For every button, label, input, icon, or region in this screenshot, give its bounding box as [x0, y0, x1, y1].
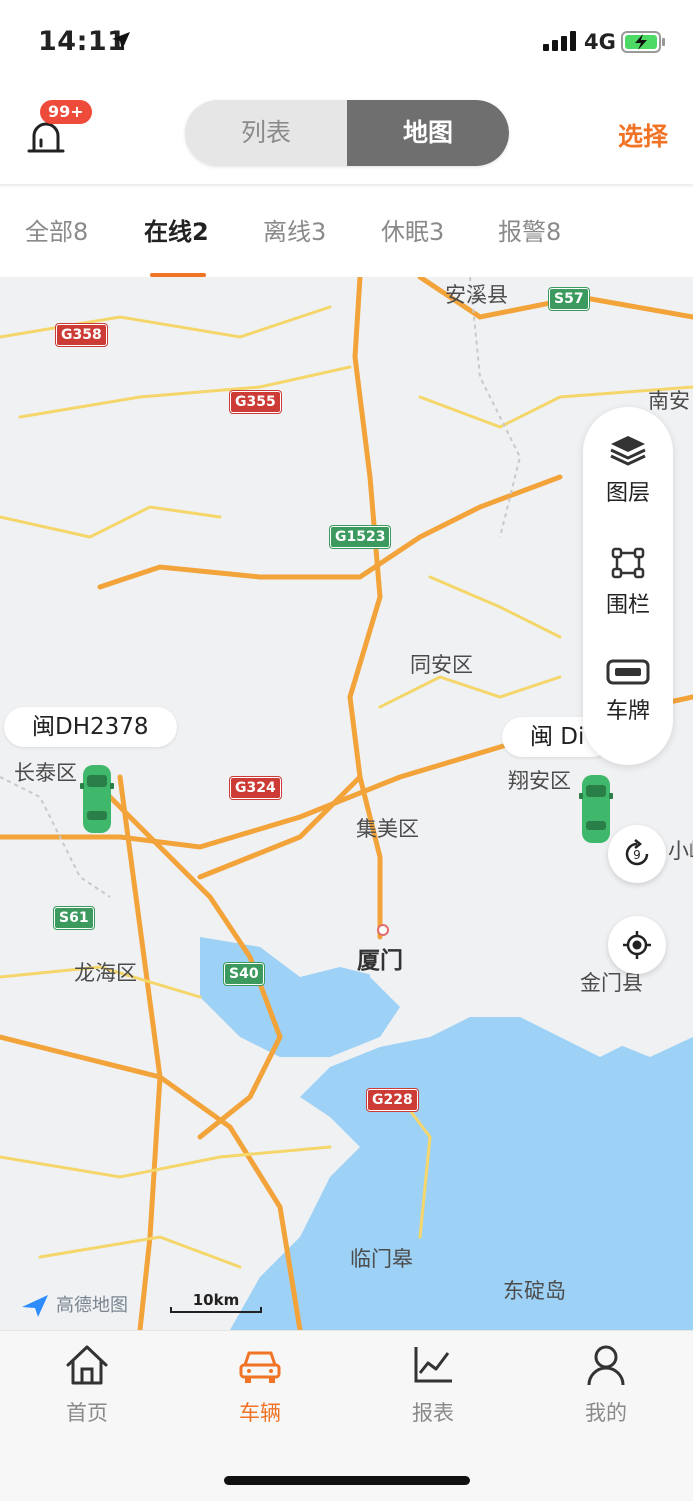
map-view[interactable]: 安溪县 南安 同安区 长泰区 翔安区 集美区 厦门 龙海区 金门县 小嶝 临门皋…: [0, 277, 693, 1330]
layers-button[interactable]: 图层: [583, 433, 673, 507]
map-provider-logo: 高德地图: [20, 1291, 128, 1319]
map-tools-panel: 图层 围栏 车牌: [583, 407, 673, 765]
crosshair-icon: [623, 931, 651, 959]
road-shield: S61: [54, 907, 94, 929]
tab-alarm[interactable]: 报警8: [498, 212, 561, 247]
layers-label: 图层: [605, 481, 650, 506]
battery-charging-icon: [621, 31, 665, 53]
road-shield: G355: [230, 391, 281, 413]
user-icon: [587, 1345, 625, 1386]
list-view-tab[interactable]: 列表: [185, 100, 347, 166]
vehicle-plate-label[interactable]: 闽DH2378: [4, 707, 177, 747]
nav-reports-label: 报表: [412, 1401, 454, 1425]
plate-label: 车牌: [605, 699, 650, 724]
place-label: 翔安区: [508, 769, 571, 793]
road-shield: G1523: [330, 526, 391, 548]
nav-home-label: 首页: [66, 1401, 108, 1425]
tab-sleep[interactable]: 休眠3: [381, 212, 444, 247]
signal-icon: [543, 31, 576, 51]
vehicle-marker-car-icon[interactable]: [579, 771, 613, 847]
tab-offline[interactable]: 离线3: [263, 212, 326, 247]
road-shield: G228: [367, 1089, 418, 1111]
nav-profile-label: 我的: [585, 1401, 627, 1425]
status-filter-tabs: 全部8 在线2 离线3 休眠3 报警8: [0, 188, 693, 277]
place-label: 同安区: [410, 653, 473, 677]
home-icon: [66, 1345, 108, 1385]
license-plate-icon: [606, 659, 650, 685]
layers-icon: [610, 436, 646, 466]
road-shield: G358: [56, 324, 107, 346]
place-label: 龙海区: [74, 961, 137, 985]
refresh-button[interactable]: 9: [608, 825, 666, 883]
place-label: 临门皋: [350, 1247, 413, 1271]
scale-bar: [170, 1307, 262, 1313]
map-view-tab[interactable]: 地图: [347, 100, 509, 166]
amap-logo-icon: [22, 1295, 48, 1317]
place-label: 安溪县: [445, 283, 508, 307]
road-shield: S57: [549, 288, 589, 310]
nav-home[interactable]: 首页: [32, 1343, 142, 1427]
place-label: 小嶝: [668, 839, 693, 863]
fence-label: 围栏: [605, 593, 650, 618]
nav-vehicles[interactable]: 车辆: [205, 1343, 315, 1427]
city-label: 厦门: [357, 948, 403, 974]
nav-vehicles-label: 车辆: [239, 1401, 281, 1425]
tab-all[interactable]: 全部8: [25, 212, 88, 247]
locate-me-button[interactable]: [608, 916, 666, 974]
status-bar: 14:11 4G: [0, 0, 693, 84]
alarm-count-badge: 99+: [40, 100, 92, 124]
road-shield: S40: [224, 963, 264, 985]
nav-profile[interactable]: 我的: [551, 1343, 661, 1427]
chart-icon: [414, 1347, 452, 1383]
svg-text:9: 9: [633, 848, 641, 862]
provider-name: 高德地图: [56, 1295, 128, 1316]
map-scale: 10km: [170, 1291, 262, 1313]
home-indicator: [224, 1476, 470, 1485]
car-icon: [239, 1351, 281, 1383]
fence-icon: [611, 547, 645, 579]
view-toggle: 列表 地图: [185, 100, 509, 166]
place-label: 长泰区: [14, 761, 77, 785]
refresh-countdown-icon: 9: [625, 839, 649, 866]
nav-reports[interactable]: 报表: [378, 1343, 488, 1427]
road-shield: G324: [230, 777, 281, 799]
network-type: 4G: [584, 30, 616, 54]
place-label: 南安: [648, 389, 690, 413]
place-label: 集美区: [356, 817, 419, 841]
location-arrow-icon: [112, 32, 130, 50]
select-button[interactable]: 选择: [618, 117, 668, 153]
place-label: 东碇岛: [503, 1279, 566, 1303]
vehicle-marker-car-icon[interactable]: [80, 761, 114, 837]
plate-toggle-button[interactable]: 车牌: [583, 659, 673, 725]
tab-online[interactable]: 在线2: [144, 212, 209, 247]
fence-button[interactable]: 围栏: [583, 547, 673, 619]
